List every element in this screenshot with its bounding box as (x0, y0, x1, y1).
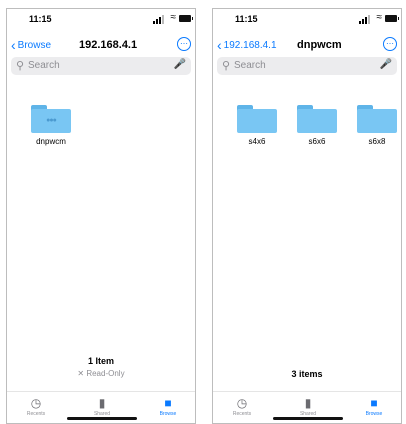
folder-item[interactable]: s6x6 (295, 105, 339, 146)
folder-item[interactable]: ●●● dnpwcm (27, 105, 75, 146)
folder-name: s6x8 (368, 137, 386, 146)
shared-folder-icon: ●●● (31, 105, 71, 133)
home-indicator (273, 417, 343, 420)
folder-icon (237, 105, 277, 133)
battery-icon (385, 15, 399, 22)
search-placeholder: Search (234, 60, 266, 71)
wifi-icon: ≈ (170, 12, 177, 23)
folder-item[interactable]: s6x8 (355, 105, 399, 146)
tab-label: Recents (232, 411, 252, 417)
item-count: 3 items (291, 369, 323, 379)
shared-folder-icon: ▮ (98, 396, 106, 410)
status-bar: 11:15 ≈ (7, 9, 195, 31)
navigation-bar: ‹ 192.168.4.1 dnpwcm ⋯ (213, 37, 401, 57)
microphone-icon[interactable]: 🎤 (174, 59, 186, 70)
tab-label: Recents (26, 411, 46, 417)
read-only-label: ✕ Read-Only (77, 369, 125, 378)
search-field[interactable]: ⚲ Search 🎤 (11, 57, 191, 75)
folder-name: s6x6 (308, 137, 326, 146)
tab-shared[interactable]: ▮ Shared (283, 396, 333, 418)
more-options-icon[interactable]: ⋯ (383, 37, 397, 51)
folder-icon (357, 105, 397, 133)
tab-browse[interactable]: ■ Browse (143, 396, 193, 418)
shared-folder-icon: ▮ (304, 396, 312, 410)
navigation-bar: ‹ Browse 192.168.4.1 ⋯ (7, 37, 195, 57)
signal-icon (359, 15, 371, 24)
microphone-icon[interactable]: 🎤 (380, 59, 392, 70)
signal-icon (153, 15, 165, 24)
nav-title: dnpwcm (297, 39, 342, 51)
back-button[interactable]: ‹ Browse (11, 37, 52, 53)
back-button[interactable]: ‹ 192.168.4.1 (217, 37, 277, 53)
tab-label: Browse (365, 411, 383, 417)
chevron-left-icon: ‹ (217, 37, 222, 53)
back-label: Browse (17, 39, 52, 51)
screen-host-share: 11:15 ≈ ‹ Browse 192.168.4.1 ⋯ ⚲ Search … (6, 8, 196, 424)
item-count: 1 Item (87, 356, 114, 366)
clock-icon: ◷ (236, 396, 248, 410)
search-icon: ⚲ (16, 60, 25, 72)
nav-title: 192.168.4.1 (79, 39, 138, 51)
wifi-icon: ≈ (376, 12, 383, 23)
clock-icon: ◷ (30, 396, 42, 410)
tab-shared[interactable]: ▮ Shared (77, 396, 127, 418)
search-placeholder: Search (28, 60, 60, 71)
search-field[interactable]: ⚲ Search 🎤 (217, 57, 397, 75)
status-time: 11:15 (29, 14, 52, 24)
status-bar: 11:15 ≈ (213, 9, 401, 31)
folder-name: s4x6 (248, 137, 266, 146)
status-time: 11:15 (235, 14, 258, 24)
back-label: 192.168.4.1 (223, 39, 277, 51)
folder-item[interactable]: s4x6 (235, 105, 279, 146)
folder-icon (297, 105, 337, 133)
search-icon: ⚲ (222, 60, 231, 72)
screen-folder-contents: 11:15 ≈ ‹ 192.168.4.1 dnpwcm ⋯ ⚲ Search … (212, 8, 402, 424)
folder-icon: ■ (370, 396, 378, 410)
tab-browse[interactable]: ■ Browse (349, 396, 399, 418)
more-options-icon[interactable]: ⋯ (177, 37, 191, 51)
tab-recents[interactable]: ◷ Recents (217, 396, 267, 418)
home-indicator (67, 417, 137, 420)
tab-recents[interactable]: ◷ Recents (11, 396, 61, 418)
tab-label: Browse (159, 411, 177, 417)
folder-name: dnpwcm (36, 137, 66, 146)
battery-icon (179, 15, 193, 22)
chevron-left-icon: ‹ (11, 37, 16, 53)
folder-icon: ■ (164, 396, 172, 410)
